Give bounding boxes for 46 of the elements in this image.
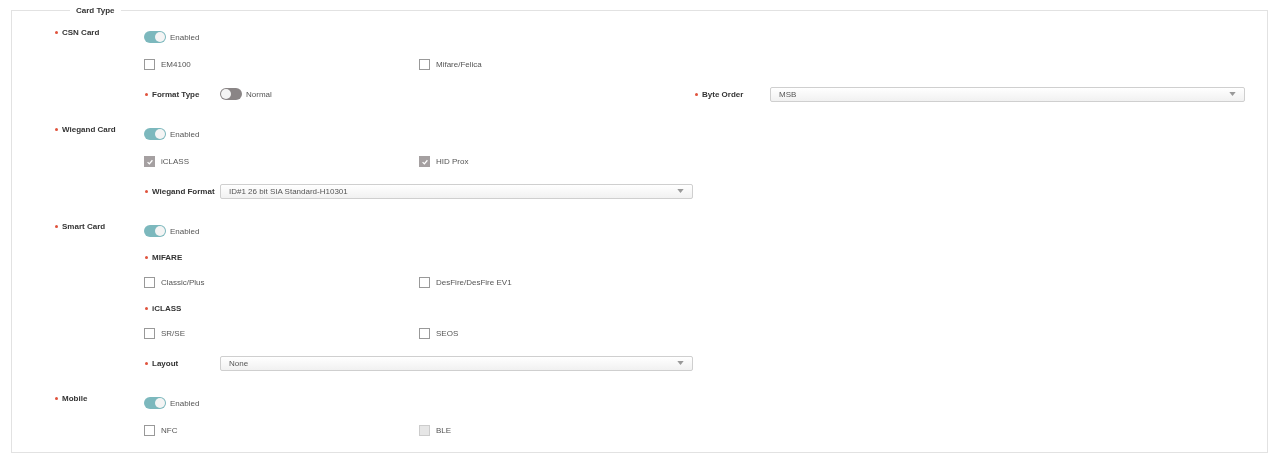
toggle-label: Enabled [170, 226, 200, 236]
panel-title: Card Type [75, 6, 116, 15]
checkbox-label: BLE [436, 426, 452, 435]
checkbox[interactable] [419, 59, 430, 70]
toggle-switch[interactable] [144, 225, 166, 237]
caret-icon [1229, 92, 1236, 96]
toggle-switch[interactable] [144, 31, 166, 43]
toggle-switch[interactable] [144, 128, 166, 140]
checkbox[interactable] [419, 277, 430, 288]
toggle-label: Enabled [170, 398, 200, 408]
field-label: Layout [152, 358, 179, 368]
checkbox-label: HID Prox [436, 157, 469, 166]
checkbox[interactable] [144, 425, 155, 436]
dropdown[interactable]: None [220, 355, 693, 371]
field-label: Format Type [152, 89, 200, 99]
checkbox-label: SR/SE [161, 329, 185, 338]
checkbox[interactable] [144, 59, 155, 70]
checkbox[interactable] [144, 328, 155, 339]
checkbox-label: iCLASS [161, 157, 189, 166]
field-label: Byte Order [702, 89, 744, 99]
field-label: Smart Card [62, 222, 106, 231]
field-label: Wiegand Card [62, 125, 116, 134]
checkbox-label: SEOS [436, 329, 459, 338]
checkbox-label: Classic/Plus [161, 278, 205, 287]
checkbox-label: Mifare/Felica [436, 60, 482, 69]
checkbox-label: NFC [161, 426, 178, 435]
toggle-label: Normal [246, 89, 272, 99]
field-label: CSN Card [62, 28, 100, 37]
field-label: Wiegand Format [152, 186, 215, 196]
dropdown[interactable]: MSB [770, 86, 1245, 102]
caret-icon [677, 361, 684, 365]
dropdown[interactable]: ID#1 26 bit SIA Standard-H10301 [220, 183, 693, 199]
checkbox-label: EM4100 [161, 60, 191, 69]
checkbox-label: DesFire/DesFire EV1 [436, 278, 512, 287]
group-heading: iCLASS [152, 303, 182, 313]
toggle-label: Enabled [170, 129, 200, 139]
field-label: Mobile [62, 394, 88, 403]
toggle-switch[interactable] [144, 397, 166, 409]
check-icon [420, 157, 429, 166]
checkbox[interactable] [144, 277, 155, 288]
caret-icon [677, 189, 684, 193]
toggle-switch[interactable] [220, 88, 242, 100]
checkbox[interactable] [419, 328, 430, 339]
toggle-label: Enabled [170, 32, 200, 42]
group-heading: MIFARE [152, 252, 183, 262]
check-icon [145, 157, 154, 166]
